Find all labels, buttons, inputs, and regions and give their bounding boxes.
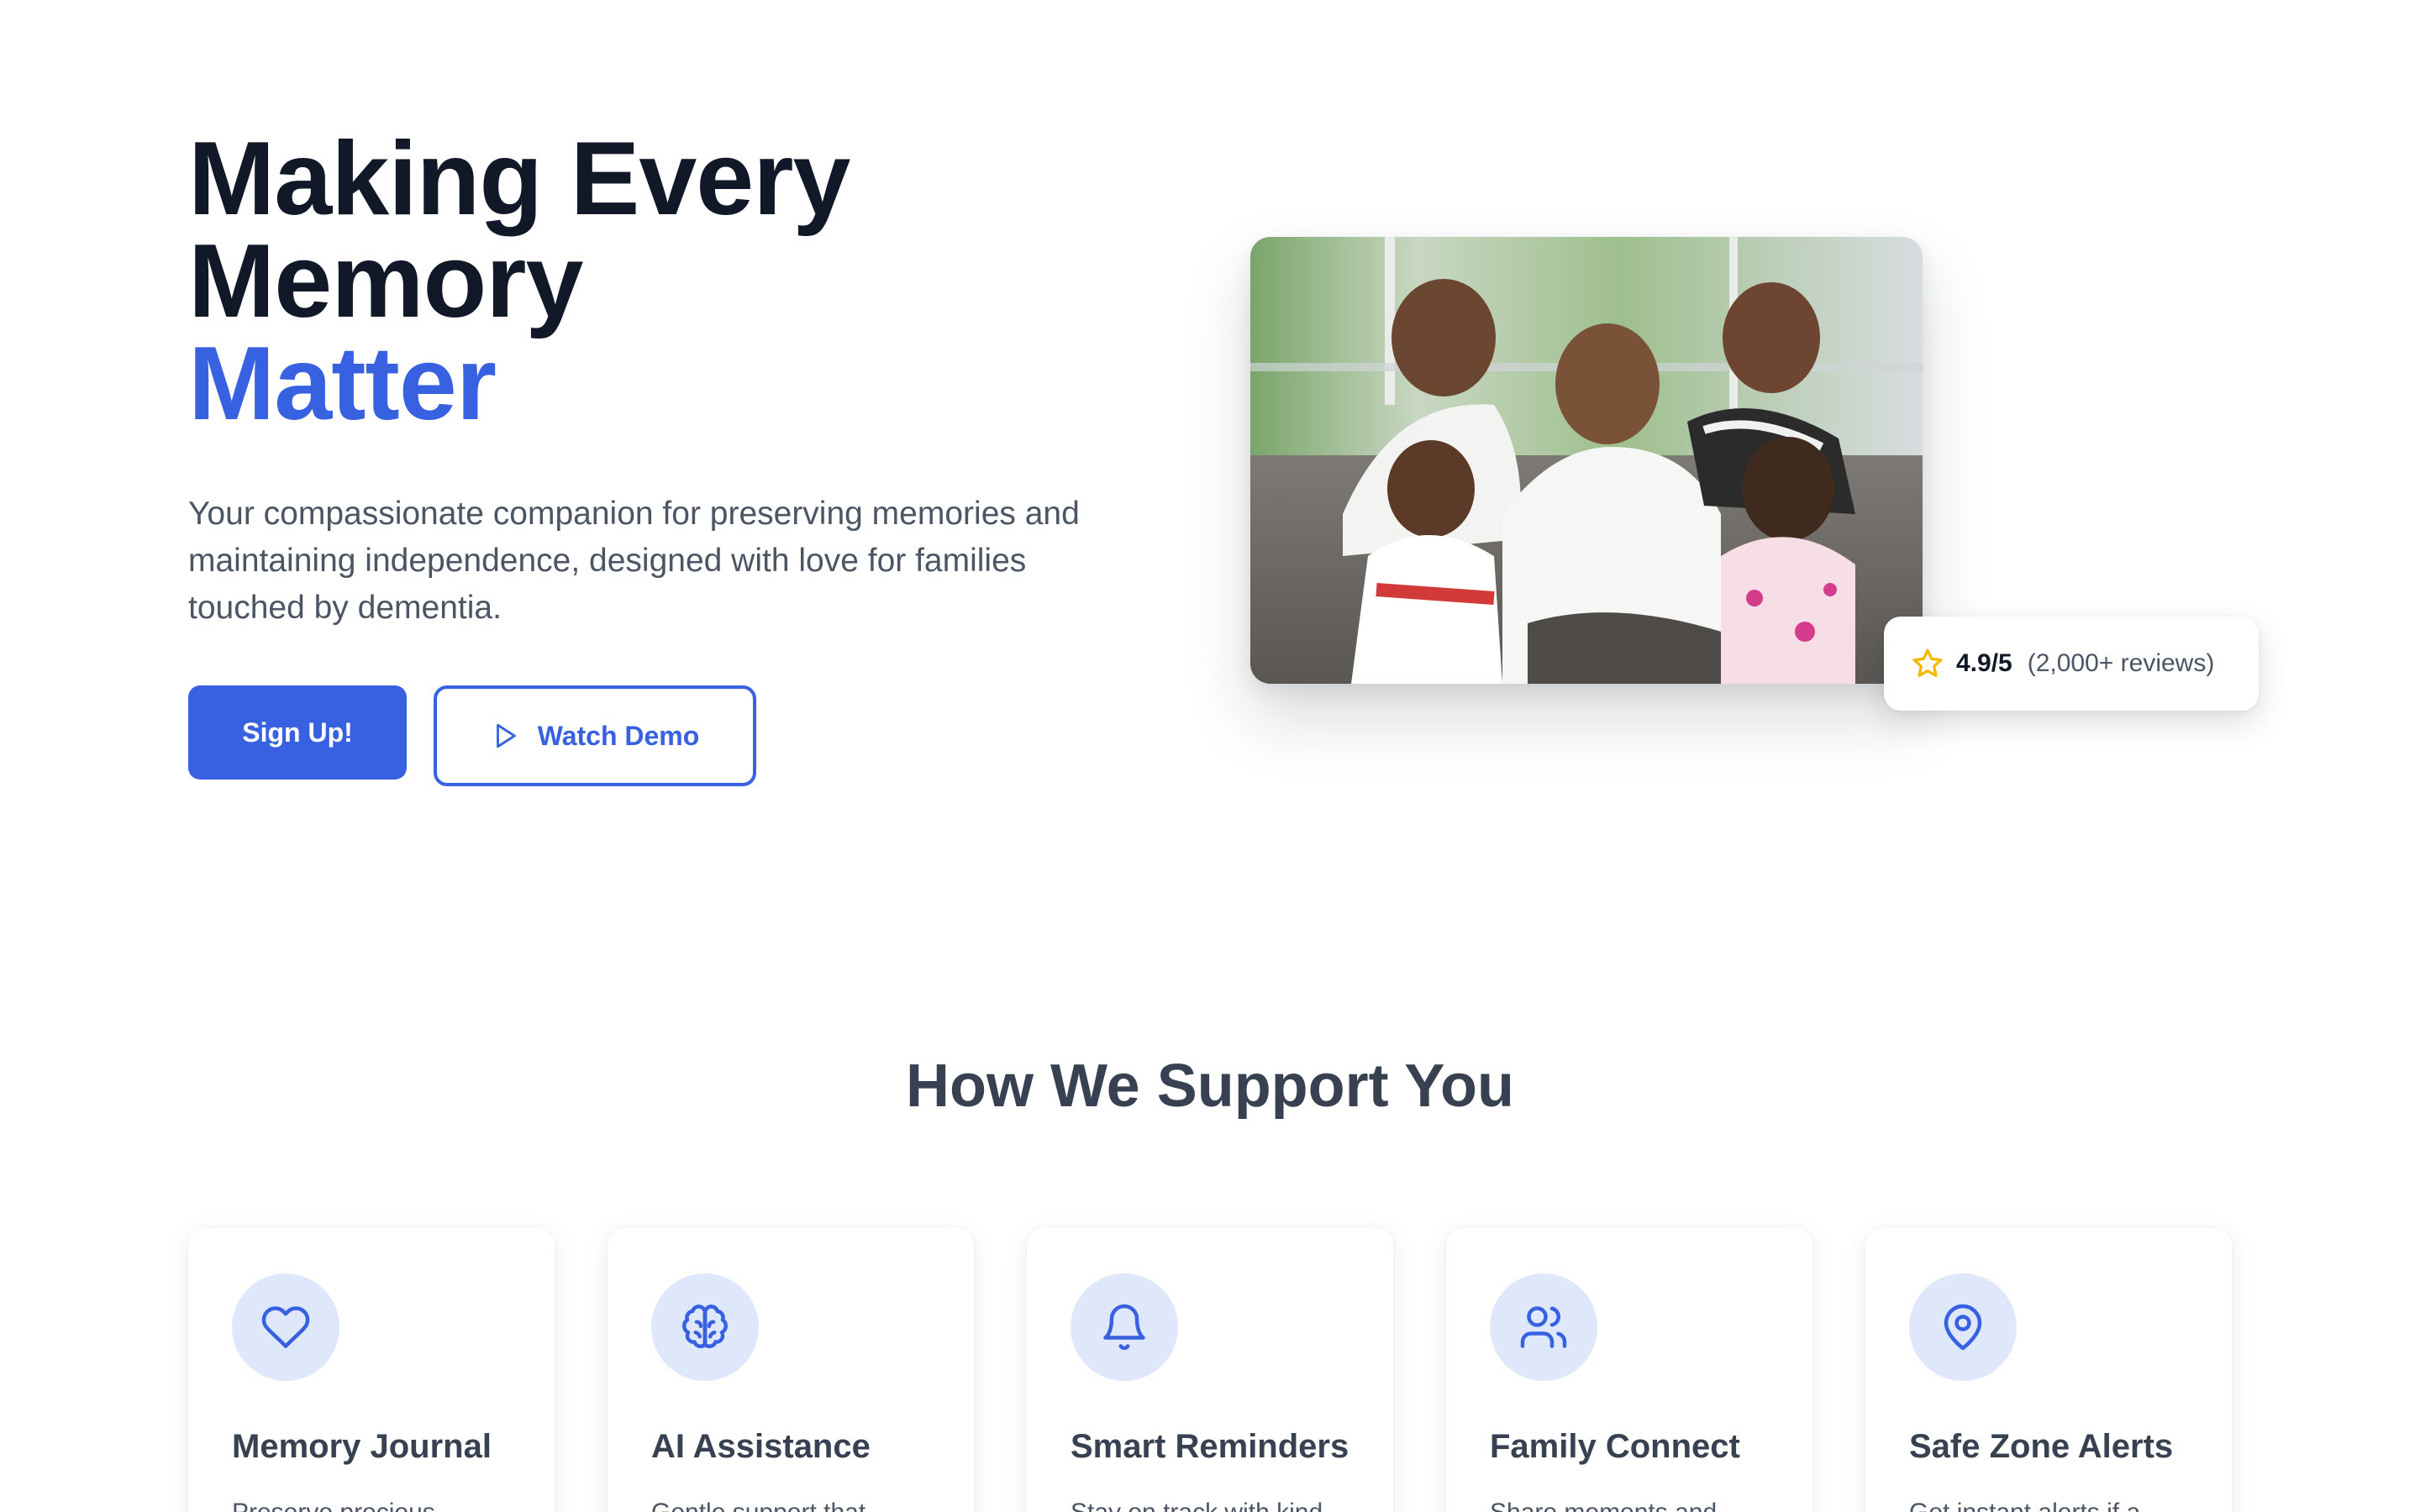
- feature-title: Smart Reminders: [1071, 1428, 1349, 1465]
- rating-count: (2,000+ reviews): [2027, 649, 2215, 677]
- hero-title-line-2: Memory: [188, 223, 583, 339]
- sign-up-button[interactable]: Sign Up!: [188, 685, 407, 780]
- watch-demo-button[interactable]: Watch Demo: [434, 685, 756, 786]
- section-title: How We Support You: [906, 1053, 1514, 1120]
- rating-badge: 4.9/5 (2,000+ reviews): [1884, 617, 2259, 711]
- feature-card-ai-assistance[interactable]: AI Assistance Gentle support that: [608, 1228, 974, 1512]
- feature-title: Safe Zone Alerts: [1909, 1428, 2174, 1465]
- feature-description: Preserve precious: [232, 1494, 518, 1512]
- rating-score: 4.9/5: [1956, 649, 2012, 677]
- feature-icon-badge: [651, 1273, 759, 1381]
- family-photo: [1250, 237, 1923, 684]
- map-pin-icon: [1944, 1304, 1982, 1351]
- hero-subtitle: Your compassionate companion for preserv…: [188, 496, 1080, 626]
- hero-family-photo: [1250, 237, 1923, 684]
- feature-card-memory-journal[interactable]: Memory Journal Preserve precious: [188, 1228, 555, 1512]
- brain-icon: [681, 1305, 729, 1348]
- feature-list: Memory Journal Preserve precious AI Assi…: [188, 1228, 2232, 1512]
- feature-title: Memory Journal: [232, 1428, 492, 1465]
- hero-title: Making Every Memory Matter: [188, 121, 850, 442]
- feature-card-family-connect[interactable]: Family Connect Share moments and: [1446, 1228, 1812, 1512]
- hero-title-line-1: Making Every: [188, 121, 850, 237]
- heart-icon: [261, 1306, 310, 1348]
- feature-title: Family Connect: [1490, 1428, 1740, 1465]
- feature-description: Gentle support that: [651, 1494, 937, 1512]
- landing-page: Making Every Memory Matter Your compassi…: [0, 0, 2420, 1512]
- hero-title-accent: Matter: [188, 326, 497, 442]
- watch-demo-label: Watch Demo: [537, 720, 700, 751]
- feature-icon-badge: [1909, 1273, 2017, 1381]
- feature-title: AI Assistance: [651, 1428, 871, 1465]
- feature-card-safe-zone-alerts[interactable]: Safe Zone Alerts Get instant alerts if a: [1865, 1228, 2232, 1512]
- star-icon: [1912, 648, 1943, 677]
- feature-card-smart-reminders[interactable]: Smart Reminders Stay on track with kind: [1027, 1228, 1393, 1512]
- play-icon: [496, 723, 516, 748]
- feature-description: Share moments and: [1490, 1494, 1776, 1512]
- feature-description: Get instant alerts if a: [1909, 1494, 2195, 1512]
- bell-icon: [1103, 1304, 1145, 1351]
- feature-icon-badge: [232, 1273, 339, 1381]
- feature-icon-badge: [1490, 1273, 1597, 1381]
- users-icon: [1520, 1306, 1567, 1348]
- feature-description: Stay on track with kind: [1071, 1494, 1356, 1512]
- feature-icon-badge: [1071, 1273, 1178, 1381]
